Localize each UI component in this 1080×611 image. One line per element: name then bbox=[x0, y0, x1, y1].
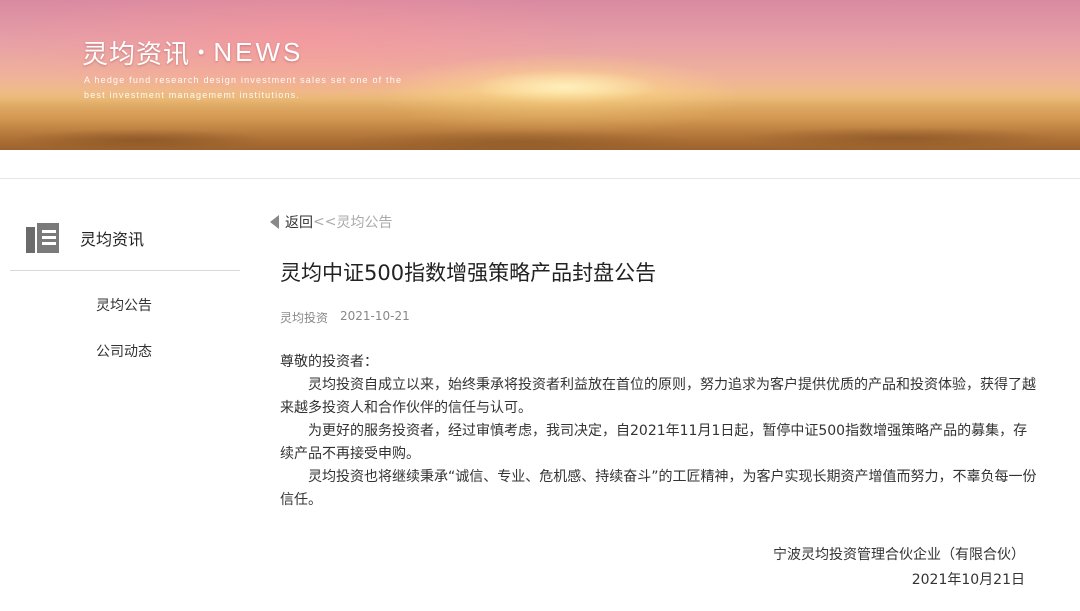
sidebar-title: 灵均资讯 bbox=[80, 229, 145, 249]
signature-company: 宁波灵均投资管理合伙企业（有限合伙） bbox=[773, 547, 1025, 563]
banner-title-cn: 灵均资讯 bbox=[82, 39, 191, 69]
banner-title-en: NEWS bbox=[213, 37, 304, 67]
article-main: 返回 << 灵均公告 灵均中证500指数增强策略产品封盘公告 灵均投资 2021… bbox=[270, 210, 1060, 588]
breadcrumb-separator: << bbox=[313, 214, 337, 230]
breadcrumb-current[interactable]: 灵均公告 bbox=[336, 212, 392, 232]
article-signature: 宁波灵均投资管理合伙企业（有限合伙） 2021年10月21日 bbox=[773, 543, 1025, 593]
breadcrumb: 返回 << 灵均公告 bbox=[270, 210, 1060, 234]
banner-tagline: A hedge fund research design investment … bbox=[84, 75, 403, 100]
article-date: 2021-10-21 bbox=[340, 309, 410, 323]
sidebar-item-company-news[interactable]: 公司动态 bbox=[10, 329, 240, 375]
back-arrow-icon[interactable] bbox=[270, 215, 279, 229]
sidebar: 灵均资讯 灵均公告 公司动态 bbox=[10, 205, 240, 375]
article-body: 尊敬的投资者： 灵均投资自成立以来，始终秉承将投资者利益放在首位的原则，努力追求… bbox=[280, 351, 1040, 512]
header-banner: 灵均资讯 • NEWS A hedge fund research design… bbox=[0, 0, 1080, 150]
article-meta: 灵均投资 2021-10-21 bbox=[280, 309, 1060, 326]
banner-title: 灵均资讯 • NEWS bbox=[82, 34, 303, 71]
article-source: 灵均投资 bbox=[280, 311, 329, 325]
article-paragraph: 灵均投资也将继续秉承“诚信、专业、危机感、持续奋斗”的工匠精神，为客户实现长期资… bbox=[280, 469, 1037, 508]
sidebar-menu: 灵均公告 公司动态 bbox=[10, 271, 240, 375]
article-paragraph: 灵均投资自成立以来，始终秉承将投资者利益放在首位的原则，努力追求为客户提供优质的… bbox=[280, 377, 1036, 416]
article-paragraph: 为更好的服务投资者，经过审慎考虑，我司决定，自2021年11月1日起，暂停中证5… bbox=[280, 423, 1028, 462]
sidebar-header: 灵均资讯 bbox=[10, 205, 240, 271]
article-salutation: 尊敬的投资者： bbox=[280, 354, 378, 370]
sidebar-item-announcements[interactable]: 灵均公告 bbox=[10, 283, 240, 329]
article-title: 灵均中证500指数增强策略产品封盘公告 bbox=[280, 261, 657, 285]
content-divider bbox=[0, 178, 1080, 179]
document-icon bbox=[26, 220, 62, 255]
back-link[interactable]: 返回 bbox=[285, 212, 313, 232]
signature-date: 2021年10月21日 bbox=[911, 572, 1025, 588]
banner-title-dot: • bbox=[198, 42, 206, 62]
